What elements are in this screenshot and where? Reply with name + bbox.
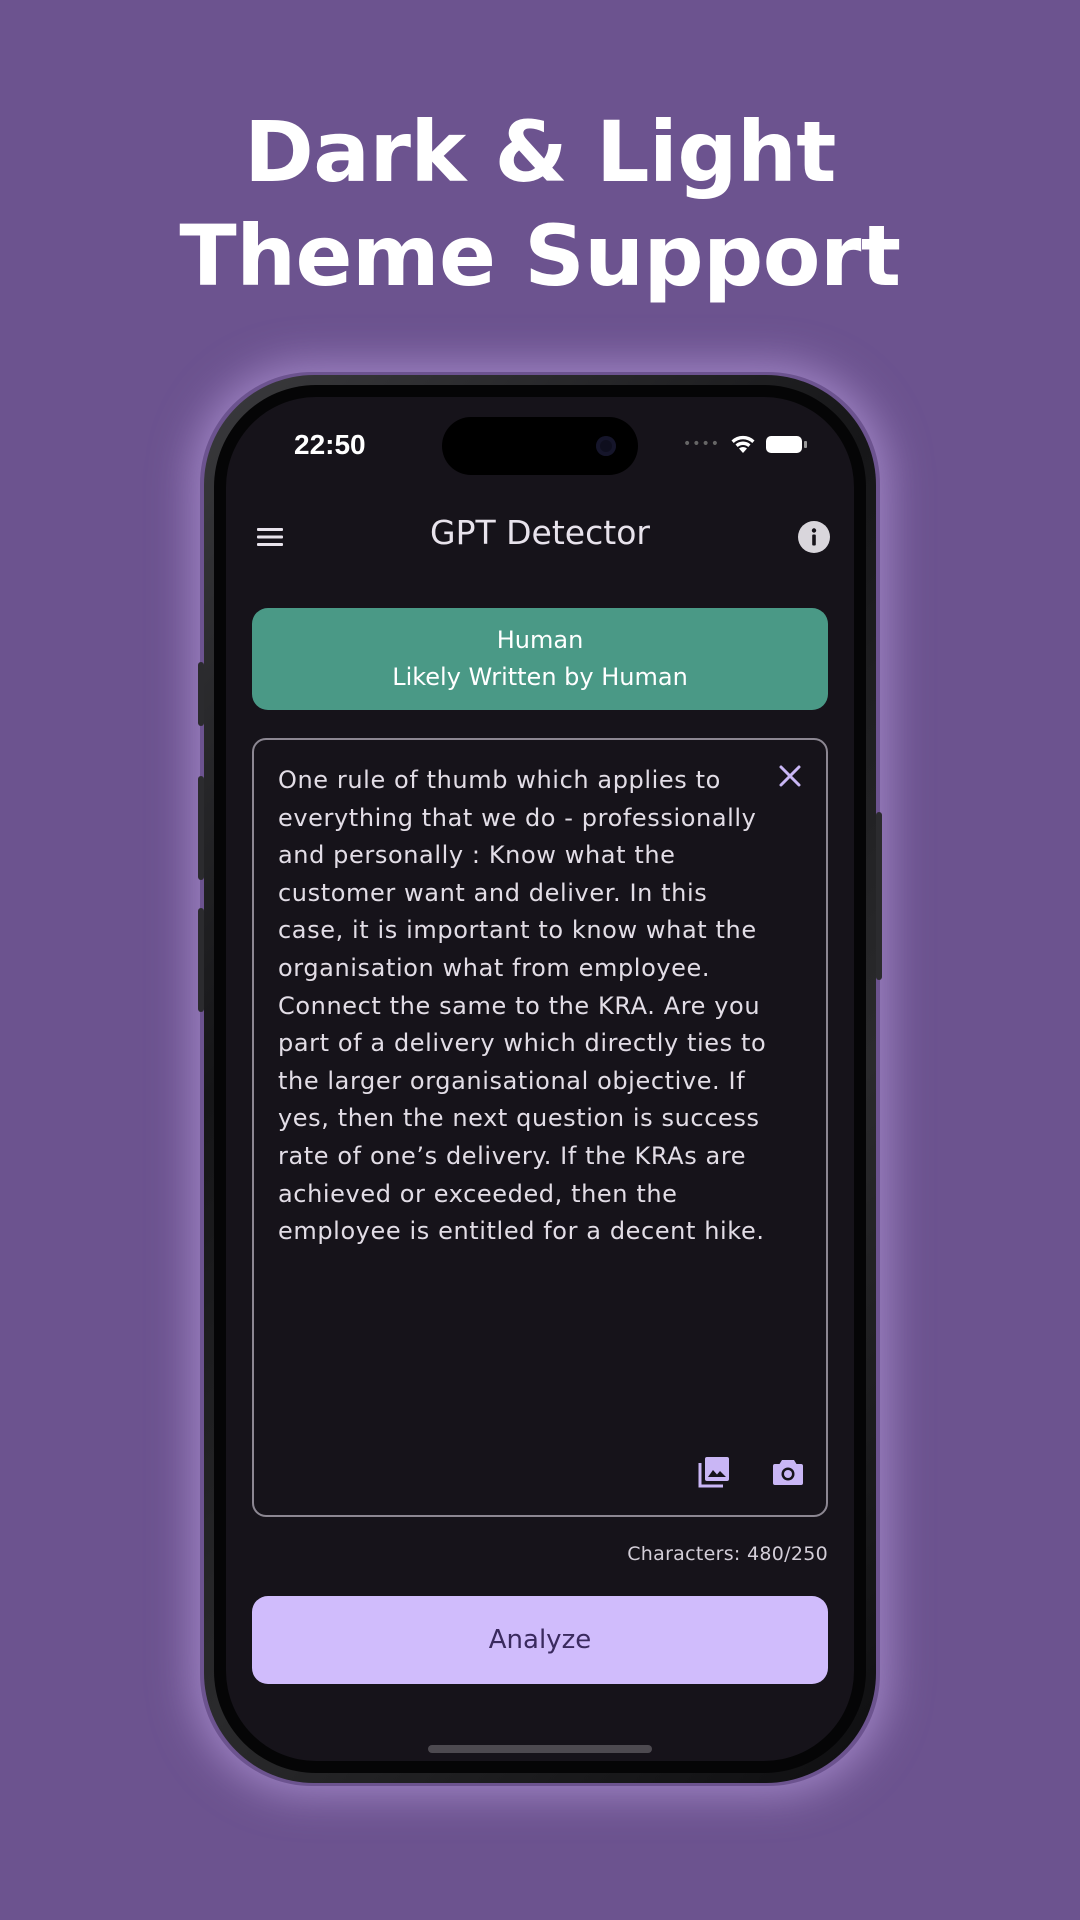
camera-button[interactable] xyxy=(770,1454,806,1490)
app-title: GPT Detector xyxy=(430,513,650,552)
home-indicator[interactable] xyxy=(428,1745,652,1753)
phone-action-button xyxy=(198,662,204,726)
text-input-area[interactable]: One rule of thumb which applies to every… xyxy=(252,738,828,1517)
input-text[interactable]: One rule of thumb which applies to every… xyxy=(278,762,774,1251)
headline: Dark & Light Theme Support xyxy=(0,100,1080,308)
analyze-button[interactable]: Analyze xyxy=(252,1596,828,1684)
phone-volume-up-button xyxy=(198,776,204,880)
battery-icon xyxy=(766,435,807,453)
dynamic-island xyxy=(442,417,638,475)
info-button[interactable] xyxy=(798,521,830,553)
cellular-signal-icon: •••• xyxy=(682,436,720,452)
camera-icon xyxy=(773,1460,803,1485)
app-bar: GPT Detector xyxy=(226,501,854,573)
phone-screen: 22:50 •••• GPT Detector Human Likely Wri… xyxy=(226,397,854,1761)
close-icon xyxy=(779,765,801,787)
character-counter: Characters: 480/250 xyxy=(627,1543,828,1565)
clear-text-button[interactable] xyxy=(776,762,804,790)
image-gallery-icon xyxy=(698,1457,729,1488)
result-label: Human xyxy=(496,626,584,654)
phone-volume-down-button xyxy=(198,908,204,1012)
status-time: 22:50 xyxy=(294,429,366,460)
headline-line-2: Theme Support xyxy=(179,207,901,305)
front-camera-icon xyxy=(596,436,616,456)
gallery-button[interactable] xyxy=(696,1454,732,1490)
wifi-icon xyxy=(731,435,755,453)
headline-line-1: Dark & Light xyxy=(244,103,836,201)
phone-power-button xyxy=(876,812,882,980)
result-card: Human Likely Written by Human xyxy=(252,608,828,710)
status-indicators: •••• xyxy=(682,434,807,454)
result-description: Likely Written by Human xyxy=(392,663,688,691)
menu-button[interactable] xyxy=(252,519,288,555)
info-icon xyxy=(811,528,817,546)
hamburger-menu-icon xyxy=(257,528,283,546)
